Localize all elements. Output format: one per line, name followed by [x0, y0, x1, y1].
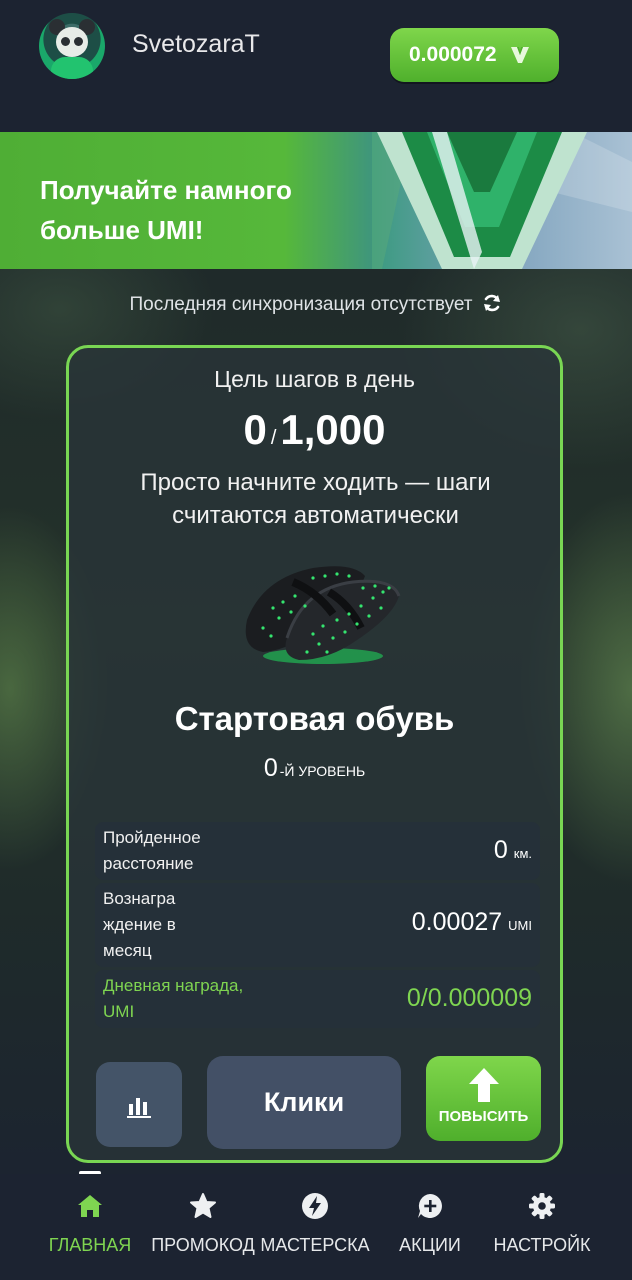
upgrade-button[interactable]: ПОВЫСИТЬ	[426, 1056, 541, 1141]
upgrade-label: ПОВЫСИТЬ	[438, 1108, 529, 1125]
avatar[interactable]	[39, 13, 105, 79]
step-goal-card: Цель шагов в день 0/1,000 Просто начните…	[66, 345, 563, 1163]
nav-item-workshop[interactable]: МАСТЕРСКА	[250, 1174, 380, 1280]
arrow-up-icon	[469, 1068, 499, 1102]
stat-label: Вознагра ждение в месяц	[103, 889, 176, 960]
stat-label: Дневная награда, UMI	[103, 976, 244, 1021]
stat-label: Пройденное расстояние	[103, 828, 201, 873]
steps-current: 0	[243, 406, 267, 453]
nav-item-settings[interactable]: НАСТРОЙК	[477, 1174, 607, 1280]
nav-item-promotions[interactable]: АКЦИИ	[365, 1174, 495, 1280]
home-icon	[78, 1195, 102, 1217]
star-icon	[190, 1193, 216, 1218]
nav-item-home[interactable]: ГЛАВНАЯ	[25, 1174, 155, 1280]
avatar-face	[56, 27, 88, 57]
stat-row-daily-reward: Дневная награда, UMI 0/0.000009	[95, 970, 540, 1028]
avatar-eye	[61, 37, 70, 46]
umi-logo-icon	[510, 47, 529, 63]
daily-reward-value: 0/0.000009	[406, 984, 532, 1012]
goal-label: Цель шагов в день	[214, 366, 415, 392]
sync-text: Последняя синхронизация отсутствует	[129, 294, 473, 315]
gear-icon	[529, 1193, 555, 1219]
stat-value: 0.00027 UMI	[412, 908, 532, 937]
stat-row-monthly-reward: Вознагра ждение в месяц 0.00027 UMI	[95, 883, 540, 967]
level-label: -Й УРОВЕНЬ	[279, 763, 366, 779]
flip-flops-image	[245, 566, 401, 664]
nav-item-promocode[interactable]: ПРОМОКОД	[138, 1174, 268, 1280]
stat-value: 0 км.	[494, 836, 532, 865]
refresh-icon[interactable]	[481, 292, 503, 314]
steps-hint: Просто начните ходить — шаги считаются а…	[140, 469, 491, 529]
sync-status: Последняя синхронизация отсутствует	[0, 292, 632, 316]
username: SvetozaraT	[132, 30, 260, 58]
stat-value: 0/0.000009	[407, 984, 532, 1013]
level-number: 0	[263, 754, 278, 782]
stat-row-distance: Пройденное расстояние 0 км.	[95, 822, 540, 880]
bolt-icon	[302, 1193, 328, 1219]
promo-banner[interactable]: Получайте намного больше UMI!	[0, 132, 632, 269]
shoe-level: 0 -Й УРОВЕНЬ	[69, 754, 560, 783]
avatar-eye	[74, 37, 83, 46]
avatar-body	[51, 57, 93, 79]
distance-unit: км.	[513, 846, 532, 861]
monthly-reward-value: 0.00027	[411, 908, 503, 936]
top-bar: SvetozaraT 0.000072	[0, 0, 632, 132]
stats-list: Пройденное расстояние 0 км. Вознагра жден…	[95, 822, 540, 1031]
clicks-button[interactable]: Клики	[207, 1056, 401, 1149]
balance-value: 0.000072	[409, 43, 497, 66]
monthly-reward-unit: UMI	[508, 918, 532, 933]
banner-text: Получайте намного больше UMI!	[40, 175, 292, 245]
bar-chart-icon	[127, 1097, 151, 1118]
balance-button[interactable]: 0.000072	[390, 28, 559, 82]
distance-value: 0	[493, 836, 508, 864]
steps-separator: /	[270, 427, 277, 449]
umi-emblem-art	[372, 132, 632, 269]
bottom-navigation: ГЛАВНАЯ ПРОМОКОД МАСТЕРСКА АКЦИИ НАСТРОЙ…	[0, 1174, 632, 1280]
shoe-name: Стартовая обувь	[174, 700, 455, 737]
statistics-button[interactable]	[96, 1062, 182, 1147]
steps-goal: 1,000	[280, 406, 386, 453]
nav-label: НАСТРОЙК	[493, 1235, 591, 1255]
chat-plus-icon	[418, 1194, 442, 1218]
steps-counter: 0/1,000	[69, 406, 560, 454]
